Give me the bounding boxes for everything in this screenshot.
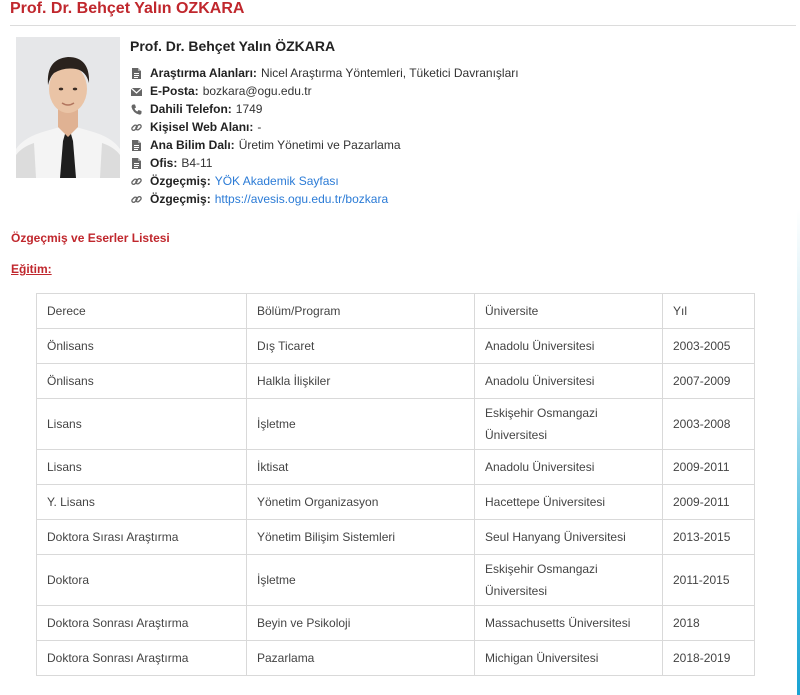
info-research-areas: Araştırma Alanları: Nicel Araştırma Yönt… bbox=[130, 64, 519, 82]
table-cell: Doktora Sırası Araştırma bbox=[36, 519, 247, 555]
info-label: Dahili Telefon: bbox=[150, 102, 232, 116]
document-icon bbox=[132, 157, 141, 169]
envelope-icon bbox=[130, 87, 143, 96]
phone-value: 1749 bbox=[235, 102, 263, 116]
table-cell: 2011-2015 bbox=[662, 554, 755, 606]
table-cell: 2007-2009 bbox=[662, 363, 755, 399]
title-divider bbox=[10, 25, 796, 26]
link-icon bbox=[131, 177, 142, 185]
education-title[interactable]: Eğitim: bbox=[11, 262, 52, 276]
table-cell: Yönetim Bilişim Sistemleri bbox=[246, 519, 475, 555]
table-cell: Beyin ve Psikoloji bbox=[246, 605, 475, 641]
table-cell: Massachusetts Üniversitesi bbox=[474, 605, 663, 641]
info-personal-web: Kişisel Web Alanı: - bbox=[130, 118, 519, 136]
info-value: Üretim Yönetimi ve Pazarlama bbox=[238, 138, 401, 152]
info-label: Kişisel Web Alanı: bbox=[150, 120, 254, 134]
profile-info-list: Araştırma Alanları: Nicel Araştırma Yönt… bbox=[130, 64, 519, 208]
header-cell: Yıl bbox=[662, 293, 755, 329]
table-cell: Doktora bbox=[36, 554, 247, 606]
link-icon bbox=[131, 123, 142, 131]
info-office: Ofis: B4-11 bbox=[130, 154, 519, 172]
table-cell: Lisans bbox=[36, 398, 247, 450]
profile-photo bbox=[16, 37, 120, 178]
info-value: Nicel Araştırma Yöntemleri, Tüketici Dav… bbox=[260, 66, 519, 80]
table-cell: 2009-2011 bbox=[662, 484, 755, 520]
table-cell: Önlisans bbox=[36, 363, 247, 399]
info-label: Özgeçmiş: bbox=[150, 174, 211, 188]
email-value: bozkara@ogu.edu.tr bbox=[202, 84, 312, 98]
table-cell: İşletme bbox=[246, 398, 475, 450]
info-label: E-Posta: bbox=[150, 84, 199, 98]
info-value: - bbox=[257, 120, 262, 134]
table-cell: Anadolu Üniversitesi bbox=[474, 328, 663, 364]
table-row: Önlisans Halkla İlişkiler Anadolu Üniver… bbox=[36, 363, 755, 399]
table-cell: 2003-2005 bbox=[662, 328, 755, 364]
info-label: Araştırma Alanları: bbox=[150, 66, 257, 80]
table-cell: Dış Ticaret bbox=[246, 328, 475, 364]
education-table: Derece Bölüm/Program Üniversite Yıl Önli… bbox=[36, 293, 755, 676]
table-cell: İktisat bbox=[246, 449, 475, 485]
header-cell: Bölüm/Program bbox=[246, 293, 475, 329]
table-row: Önlisans Dış Ticaret Anadolu Üniversites… bbox=[36, 328, 755, 364]
info-cv-yok: Özgeçmiş: YÖK Akademik Sayfası bbox=[130, 172, 519, 190]
table-cell: Seul Hanyang Üniversitesi bbox=[474, 519, 663, 555]
table-row: Doktora Sonrası Araştırma Beyin ve Psiko… bbox=[36, 605, 755, 641]
info-label: Ana Bilim Dalı: bbox=[150, 138, 235, 152]
table-cell: Doktora Sonrası Araştırma bbox=[36, 640, 247, 676]
table-cell: Eskişehir Osmangazi Üniversitesi bbox=[474, 398, 663, 450]
table-row: Doktora Sırası Araştırma Yönetim Bilişim… bbox=[36, 519, 755, 555]
table-cell: 2009-2011 bbox=[662, 449, 755, 485]
info-label: Özgeçmiş: bbox=[150, 192, 211, 206]
table-row: Lisans İşletme Eskişehir Osmangazi Ünive… bbox=[36, 398, 755, 450]
table-cell: Anadolu Üniversitesi bbox=[474, 449, 663, 485]
document-icon bbox=[132, 139, 141, 151]
cv-section-title[interactable]: Özgeçmiş ve Eserler Listesi bbox=[11, 231, 170, 245]
table-cell: Halkla İlişkiler bbox=[246, 363, 475, 399]
info-value: B4-11 bbox=[181, 156, 213, 170]
phone-icon bbox=[131, 104, 142, 115]
table-cell: Yönetim Organizasyon bbox=[246, 484, 475, 520]
page-title: Prof. Dr. Behçet Yalın OZKARA bbox=[10, 0, 245, 17]
table-cell: Doktora Sonrası Araştırma bbox=[36, 605, 247, 641]
link-icon bbox=[131, 195, 142, 203]
table-row: Doktora İşletme Eskişehir Osmangazi Üniv… bbox=[36, 554, 755, 606]
table-cell: Y. Lisans bbox=[36, 484, 247, 520]
table-cell: 2013-2015 bbox=[662, 519, 755, 555]
table-header-row: Derece Bölüm/Program Üniversite Yıl bbox=[36, 293, 755, 329]
info-department: Ana Bilim Dalı: Üretim Yönetimi ve Pazar… bbox=[130, 136, 519, 154]
table-cell: İşletme bbox=[246, 554, 475, 606]
table-row: Lisans İktisat Anadolu Üniversitesi 2009… bbox=[36, 449, 755, 485]
table-cell: Önlisans bbox=[36, 328, 247, 364]
table-cell: Lisans bbox=[36, 449, 247, 485]
header-cell: Derece bbox=[36, 293, 247, 329]
table-row: Y. Lisans Yönetim Organizasyon Hacettepe… bbox=[36, 484, 755, 520]
table-cell: 2018-2019 bbox=[662, 640, 755, 676]
table-cell: Eskişehir Osmangazi Üniversitesi bbox=[474, 554, 663, 606]
info-email: E-Posta: bozkara@ogu.edu.tr bbox=[130, 82, 519, 100]
info-cv-avesis: Özgeçmiş: https://avesis.ogu.edu.tr/bozk… bbox=[130, 190, 519, 208]
table-cell: Hacettepe Üniversitesi bbox=[474, 484, 663, 520]
table-cell: 2003-2008 bbox=[662, 398, 755, 450]
header-cell: Üniversite bbox=[474, 293, 663, 329]
document-icon bbox=[132, 67, 141, 79]
info-label: Ofis: bbox=[150, 156, 178, 170]
table-cell: Anadolu Üniversitesi bbox=[474, 363, 663, 399]
profile-name: Prof. Dr. Behçet Yalın ÖZKARA bbox=[130, 38, 336, 54]
table-cell: Michigan Üniversitesi bbox=[474, 640, 663, 676]
yok-academic-link[interactable]: YÖK Akademik Sayfası bbox=[215, 172, 339, 190]
table-cell: Pazarlama bbox=[246, 640, 475, 676]
table-row: Doktora Sonrası Araştırma Pazarlama Mich… bbox=[36, 640, 755, 676]
info-phone: Dahili Telefon: 1749 bbox=[130, 100, 519, 118]
avesis-link[interactable]: https://avesis.ogu.edu.tr/bozkara bbox=[215, 190, 388, 208]
table-cell: 2018 bbox=[662, 605, 755, 641]
